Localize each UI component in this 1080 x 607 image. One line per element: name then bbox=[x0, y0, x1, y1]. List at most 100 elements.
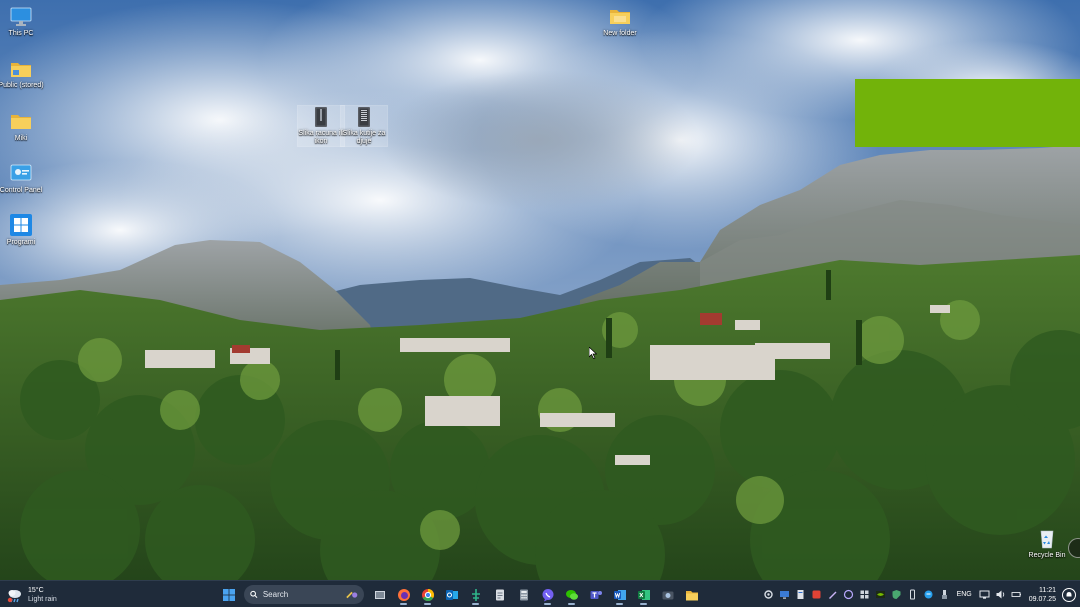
nvidia-icon bbox=[875, 591, 885, 598]
taskbar-app-outlook[interactable] bbox=[441, 584, 462, 605]
windows-logo-icon bbox=[222, 588, 235, 601]
teams-icon bbox=[590, 590, 602, 599]
usb-icon bbox=[941, 590, 947, 599]
taskbar-search[interactable] bbox=[244, 585, 364, 604]
wechat-icon bbox=[565, 589, 578, 600]
tray-icon-volume[interactable] bbox=[994, 588, 1007, 601]
taskbar-app-calculator[interactable] bbox=[513, 584, 534, 605]
tray-icon-skype[interactable] bbox=[922, 588, 935, 601]
green-overlay-block bbox=[855, 79, 1080, 147]
app-icon bbox=[471, 588, 480, 601]
document-icon bbox=[797, 590, 804, 599]
tray-icon-viber[interactable] bbox=[842, 588, 855, 601]
tray-icon-monitor[interactable] bbox=[778, 588, 791, 601]
folder-icon bbox=[610, 10, 630, 24]
weather-temperature: 15°C bbox=[28, 586, 44, 594]
taskbar-clock[interactable]: 11:21 09.07.25 bbox=[1026, 586, 1059, 604]
tray-icon-shield[interactable] bbox=[890, 588, 903, 601]
taskbar-apps bbox=[218, 584, 702, 605]
display-icon bbox=[779, 591, 789, 599]
taskbar: 15°C Light rain Search ENG 11:21 09.07.2… bbox=[0, 580, 1080, 607]
clock-date: 09.07.25 bbox=[1028, 595, 1056, 603]
taskbar-app-generic[interactable] bbox=[465, 584, 486, 605]
word-icon bbox=[613, 589, 626, 600]
taskbar-app-chrome[interactable] bbox=[417, 584, 438, 605]
desktop-icon-label: Recycle Bin bbox=[1028, 552, 1066, 559]
tray-icon-nvidia[interactable] bbox=[874, 588, 887, 601]
search-input[interactable] bbox=[262, 590, 341, 599]
clock-time: 11:21 bbox=[1039, 586, 1056, 594]
desktop-icon-programi[interactable]: Programi bbox=[0, 213, 44, 247]
search-icon bbox=[250, 590, 258, 598]
desktop-icon-label: Programi bbox=[6, 239, 36, 246]
recycle-bin-icon bbox=[1040, 530, 1054, 549]
tray-icon-network[interactable] bbox=[978, 588, 991, 601]
system-tray: ENG 11:21 09.07.25 bbox=[762, 584, 1076, 605]
monitor-icon bbox=[10, 7, 32, 26]
desktop-icon-slika-racuna[interactable]: Slika racuna ili ikon bbox=[297, 105, 345, 147]
desktop-icon-public[interactable]: Public (stored) bbox=[0, 58, 44, 90]
desktop-icon-miki[interactable]: Miki bbox=[0, 111, 44, 143]
taskbar-app-firefox[interactable] bbox=[393, 584, 414, 605]
task-view-button[interactable] bbox=[369, 584, 390, 605]
tray-icon-pen[interactable] bbox=[826, 588, 839, 601]
control-panel-icon bbox=[10, 164, 32, 181]
file-explorer-icon bbox=[685, 590, 698, 600]
language-indicator[interactable]: ENG bbox=[954, 591, 975, 598]
tray-icon-phone[interactable] bbox=[906, 588, 919, 601]
bell-icon bbox=[1066, 591, 1072, 596]
desktop-icon-new-folder[interactable]: New folder bbox=[597, 6, 643, 38]
start-button[interactable] bbox=[218, 584, 239, 605]
firefox-icon bbox=[397, 588, 410, 601]
desktop-icon-control-panel[interactable]: Control Panel bbox=[0, 163, 44, 195]
desktop-icon-label: New folder bbox=[603, 30, 637, 37]
taskbar-app-viber[interactable] bbox=[537, 584, 558, 605]
windows-logo-icon bbox=[10, 214, 32, 236]
pen-icon bbox=[828, 591, 837, 599]
chrome-icon bbox=[421, 588, 434, 601]
camera-icon bbox=[662, 591, 673, 599]
excel-icon bbox=[637, 589, 650, 600]
tray-icon-doc[interactable] bbox=[794, 588, 807, 601]
search-highlight-icon bbox=[346, 591, 358, 598]
desktop-icon-label: Public (stored) bbox=[0, 82, 44, 89]
taskbar-app-excel[interactable] bbox=[633, 584, 654, 605]
tray-icon-red-app[interactable] bbox=[810, 588, 823, 601]
taskbar-app-word[interactable] bbox=[609, 584, 630, 605]
grid-icon bbox=[860, 590, 869, 599]
viber-icon bbox=[542, 588, 553, 601]
tray-icon-grid[interactable] bbox=[858, 588, 871, 601]
gear-icon bbox=[763, 590, 773, 599]
taskbar-app-wechat[interactable] bbox=[561, 584, 582, 605]
taskbar-app-notepad[interactable] bbox=[489, 584, 510, 605]
desktop-icon-label: Control Panel bbox=[0, 187, 43, 194]
network-icon bbox=[979, 590, 990, 599]
desktop-icon-recycle-bin[interactable]: Recycle Bin bbox=[1024, 528, 1070, 560]
archive-file-icon bbox=[358, 107, 370, 127]
weather-widget[interactable]: 15°C Light rain bbox=[6, 584, 57, 605]
tray-icon-battery[interactable] bbox=[1010, 588, 1023, 601]
battery-icon bbox=[1011, 592, 1021, 597]
shield-icon bbox=[892, 590, 901, 599]
phone-link-icon bbox=[909, 589, 915, 600]
desktop-icon-label: Slika racuna ili ikon bbox=[298, 130, 344, 145]
outlook-icon bbox=[445, 589, 458, 600]
taskbar-app-camera[interactable] bbox=[657, 584, 678, 605]
notification-center-button[interactable] bbox=[1062, 587, 1076, 602]
desktop-icon-label: This PC bbox=[8, 30, 34, 37]
folder-icon bbox=[11, 63, 31, 77]
weather-condition: Light rain bbox=[28, 595, 57, 603]
weather-rain-icon bbox=[7, 589, 21, 602]
desktop-icon-label: Slika kutije za djuje bbox=[342, 130, 386, 145]
volume-icon bbox=[996, 590, 1004, 599]
task-view-icon bbox=[374, 590, 385, 599]
desktop-icon-slika-kutije[interactable]: Slika kutije za djuje bbox=[340, 105, 388, 147]
taskbar-app-file-explorer[interactable] bbox=[681, 584, 702, 605]
taskbar-app-teams[interactable] bbox=[585, 584, 606, 605]
desktop-icon-this-pc[interactable]: This PC bbox=[0, 6, 44, 38]
desktop-icon-label: Miki bbox=[14, 135, 28, 142]
folder-icon bbox=[11, 115, 31, 129]
tray-icon-usb[interactable] bbox=[938, 588, 951, 601]
mouse-cursor-icon bbox=[589, 347, 597, 359]
tray-icon-settings[interactable] bbox=[762, 588, 775, 601]
